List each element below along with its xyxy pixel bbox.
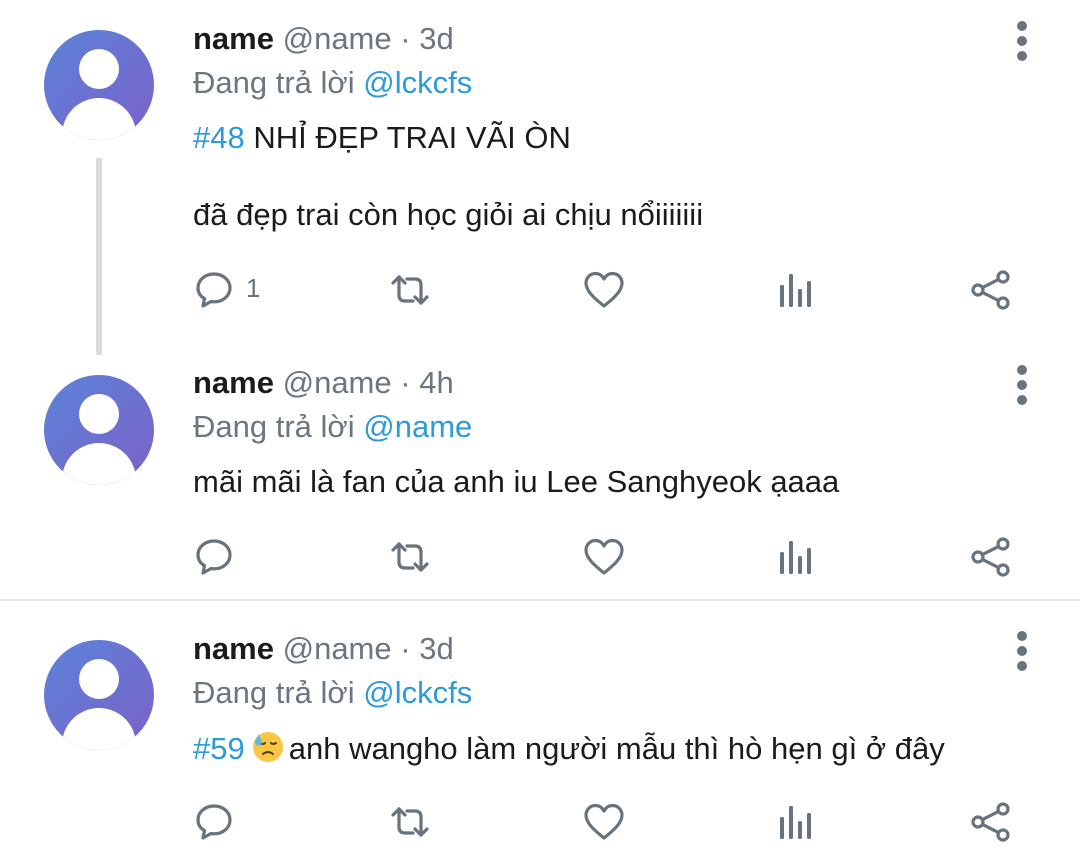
user-handle[interactable]: @name [283,365,392,400]
hashtag-link[interactable]: #48 [193,120,245,155]
reply-button[interactable] [192,800,236,844]
retweet-icon [391,807,429,837]
replying-to: Đang trả lời @name [193,409,472,445]
share-icon [971,802,1010,842]
more-options-icon[interactable] [1012,21,1032,61]
avatar-body [62,708,136,750]
user-handle[interactable]: @name [283,21,392,56]
hashtag-link[interactable]: #59 [193,731,245,766]
avatar-head [79,659,119,699]
tweet-header: name @name · 3d [193,631,454,667]
share-icon [971,270,1010,310]
share-button[interactable] [969,268,1013,312]
tweet-text-line-1: #59 anh wangho làm người mẫu thì hò hẹn g… [193,730,945,767]
avatar[interactable] [44,30,154,140]
analytics-button[interactable] [775,268,819,312]
analytics-button[interactable] [775,535,819,579]
avatar-head [79,394,119,434]
like-button[interactable] [582,268,626,312]
heart-icon [584,271,624,308]
user-handle[interactable]: @name [283,631,392,666]
tweet-3[interactable]: name @name · 3d Đang trả lời @lckcfs #59… [0,601,1080,858]
tweet-actions: 1 [0,268,1080,312]
separator-dot: · [400,21,411,56]
reply-button[interactable] [192,268,236,312]
retweet-icon [391,275,429,305]
separator-dot: · [400,631,411,666]
thread-line [96,158,102,355]
reply-count: 1 [246,273,261,303]
share-button[interactable] [969,800,1013,844]
share-button[interactable] [969,535,1013,579]
timestamp[interactable]: 3d [419,631,453,666]
downcast-face-with-sweat-icon [252,732,283,762]
tweet-header: name @name · 3d [193,21,454,57]
tweet-text-line-1: mãi mãi là fan của anh iu Lee Sanghyeok … [193,464,840,499]
analytics-icon [780,274,811,307]
tweet-text-line-2: đã đẹp trai còn học giỏi ai chịu nổiiiii… [193,197,704,232]
share-icon [971,537,1010,577]
reply-icon [196,804,232,840]
replying-to: Đang trả lời @lckcfs [193,65,472,101]
mention-link[interactable]: @lckcfs [363,675,472,710]
tweet-text: NHỈ ĐẸP TRAI VÃI ÒN [253,120,571,155]
analytics-button[interactable] [775,800,819,844]
retweet-button[interactable] [388,535,432,579]
replying-to: Đang trả lời @lckcfs [193,675,472,711]
display-name[interactable]: name [193,365,274,400]
reply-icon [196,272,232,308]
avatar-head [79,49,119,89]
reply-icon [196,539,232,575]
mention-link[interactable]: @lckcfs [363,65,472,100]
retweet-button[interactable] [388,800,432,844]
mention-link[interactable]: @name [363,409,472,444]
tweet-text-line-1: #48 NHỈ ĐẸP TRAI VÃI ÒN [193,120,571,156]
more-options-icon[interactable] [1012,631,1032,671]
replying-to-label: Đang trả lời [193,65,355,100]
tweet-text: anh wangho làm người mẫu thì hò hẹn gì ở… [288,731,945,766]
retweet-button[interactable] [388,268,432,312]
like-button[interactable] [582,800,626,844]
tweet-actions [0,800,1080,844]
tweet-actions [0,535,1080,579]
separator-dot: · [400,365,411,400]
like-button[interactable] [582,535,626,579]
timestamp[interactable]: 3d [419,21,453,56]
replying-to-label: Đang trả lời [193,675,355,710]
display-name[interactable]: name [193,631,274,666]
heart-icon [584,803,624,840]
display-name[interactable]: name [193,21,274,56]
avatar[interactable] [44,375,154,485]
avatar-body [62,98,136,140]
tweet-header: name @name · 4h [193,365,454,401]
analytics-icon [780,806,811,839]
retweet-icon [391,542,429,572]
analytics-icon [780,541,811,574]
avatar-body [62,443,136,485]
tweet-2[interactable]: name @name · 4h Đang trả lời @name mãi m… [0,355,1080,599]
timestamp[interactable]: 4h [419,365,453,400]
avatar[interactable] [44,640,154,750]
replying-to-label: Đang trả lời [193,409,355,444]
tweet-1[interactable]: name @name · 3d Đang trả lời @lckcfs #48… [0,0,1080,355]
more-options-icon[interactable] [1012,365,1032,405]
heart-icon [584,538,624,575]
reply-button[interactable] [192,535,236,579]
